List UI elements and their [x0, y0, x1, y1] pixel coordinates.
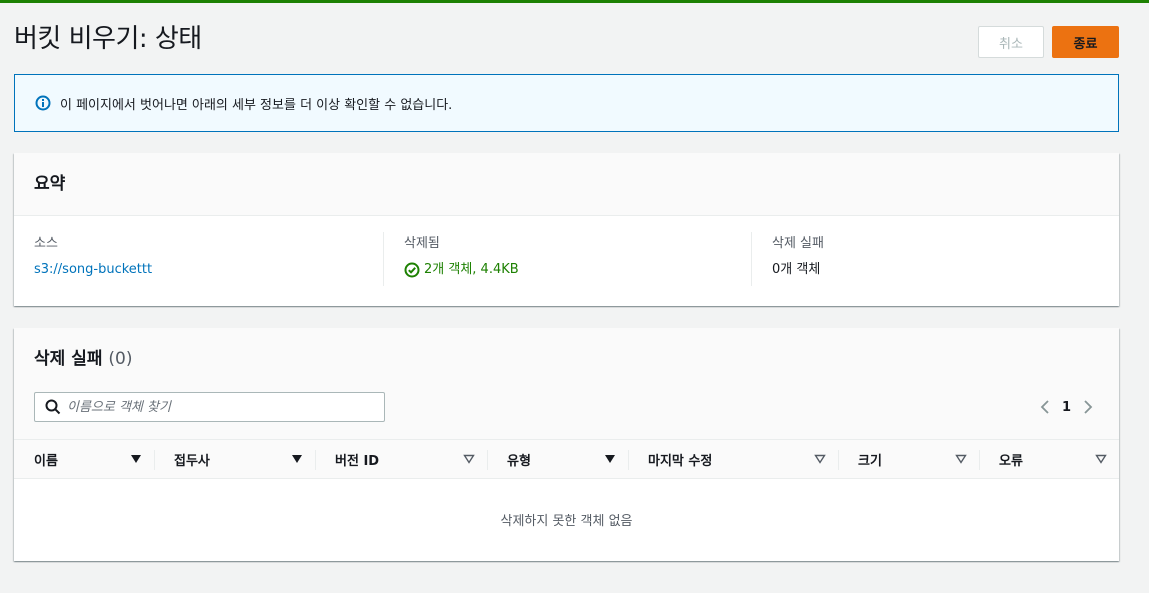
- column-header-last-modified[interactable]: 마지막 수정: [628, 440, 838, 478]
- column-header-type[interactable]: 유형: [487, 440, 628, 478]
- page-header: 버킷 비우기: 상태 취소 종료: [14, 22, 1119, 62]
- column-label: 접두사: [174, 453, 210, 469]
- summary-source: 소스 s3://song-buckettt: [34, 232, 382, 286]
- column-divider: [628, 450, 629, 470]
- next-page-icon[interactable]: [1077, 396, 1099, 418]
- info-alert: 이 페이지에서 벗어나면 아래의 세부 정보를 더 이상 확인할 수 없습니다.: [14, 74, 1119, 132]
- info-icon: [35, 95, 51, 111]
- column-divider: [487, 450, 488, 470]
- failed-title: 삭제 실패 (0): [34, 348, 1099, 370]
- summary-failed: 삭제 실패 0개 객체: [751, 232, 1099, 286]
- column-header-error[interactable]: 오류: [979, 440, 1119, 478]
- column-label: 유형: [507, 453, 531, 469]
- column-divider: [979, 450, 980, 470]
- column-divider: [154, 450, 155, 470]
- failed-objects-panel: 삭제 실패 (0) 1 이름: [14, 328, 1119, 561]
- column-header-version-id[interactable]: 버전 ID: [315, 440, 487, 478]
- column-header-prefix[interactable]: 접두사: [154, 440, 315, 478]
- source-label: 소스: [34, 236, 58, 251]
- failed-count: (0): [108, 349, 133, 369]
- prev-page-icon[interactable]: [1034, 396, 1056, 418]
- page-title: 버킷 비우기: 상태: [14, 24, 202, 54]
- column-label: 크기: [858, 453, 882, 469]
- column-header-name[interactable]: 이름: [14, 440, 154, 478]
- deleted-status: 2개 객체, 4.4KB: [404, 260, 751, 280]
- failed-value: 0개 객체: [772, 262, 821, 277]
- alert-message: 이 페이지에서 벗어나면 아래의 세부 정보를 더 이상 확인할 수 없습니다.: [60, 97, 453, 113]
- summary-panel: 요약 소스 s3://song-buckettt 삭제됨 2개 객체, 4.4K…: [14, 153, 1119, 306]
- column-label: 이름: [34, 453, 58, 469]
- sort-filled-icon: [291, 453, 303, 465]
- sort-outline-icon: [814, 453, 826, 465]
- check-circle-icon: [404, 262, 420, 278]
- cancel-button[interactable]: 취소: [978, 26, 1044, 58]
- deleted-value: 2개 객체, 4.4KB: [424, 262, 519, 277]
- failed-title-text: 삭제 실패: [34, 349, 103, 369]
- source-link[interactable]: s3://song-buckettt: [34, 260, 382, 280]
- column-header-size[interactable]: 크기: [838, 440, 979, 478]
- summary-body: 소스 s3://song-buckettt 삭제됨 2개 객체, 4.4KB 삭…: [14, 216, 1119, 306]
- sort-outline-icon: [955, 453, 967, 465]
- failed-label: 삭제 실패: [772, 236, 824, 251]
- exit-button[interactable]: 종료: [1052, 26, 1119, 58]
- empty-table-message: 삭제하지 못한 객체 없음: [500, 513, 633, 529]
- column-divider: [838, 450, 839, 470]
- failed-header: 삭제 실패 (0) 1: [14, 328, 1119, 439]
- table-header: 이름 접두사 버전 ID 유형 마지막 수정 크기 오류: [14, 439, 1119, 479]
- column-label: 마지막 수정: [648, 453, 713, 469]
- sort-outline-icon: [1095, 453, 1107, 465]
- summary-title: 요약: [34, 174, 66, 194]
- search-box[interactable]: [34, 392, 385, 422]
- summary-deleted: 삭제됨 2개 객체, 4.4KB: [383, 232, 751, 286]
- column-label: 버전 ID: [335, 453, 380, 469]
- sort-filled-icon: [604, 453, 616, 465]
- pagination: 1: [1034, 396, 1099, 418]
- sort-filled-icon: [130, 453, 142, 465]
- column-divider: [315, 450, 316, 470]
- top-accent-bar: [0, 0, 1149, 3]
- search-icon: [45, 399, 61, 415]
- column-label: 오류: [999, 453, 1023, 469]
- deleted-label: 삭제됨: [404, 236, 440, 251]
- sort-outline-icon: [463, 453, 475, 465]
- search-input[interactable]: [67, 399, 367, 415]
- summary-header: 요약: [14, 153, 1119, 216]
- current-page[interactable]: 1: [1062, 400, 1071, 415]
